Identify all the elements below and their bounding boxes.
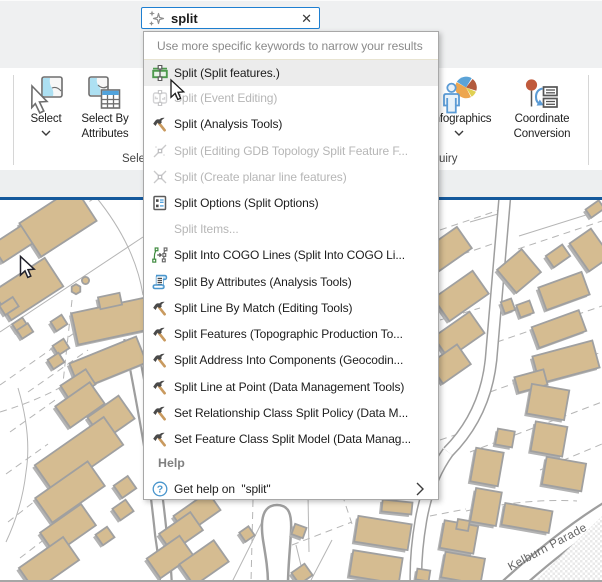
svg-text:?: ?: [157, 484, 163, 496]
